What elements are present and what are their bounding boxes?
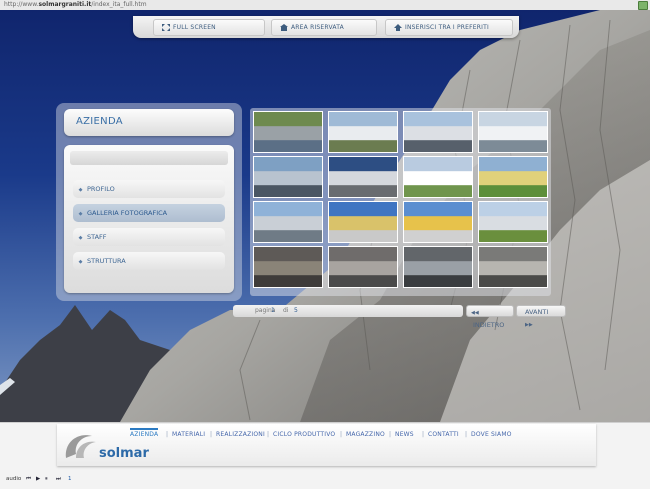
area-riservata-button[interactable]: AREA RISERVATA [271,19,377,36]
bullet-icon: ◆ [78,259,83,265]
prev-button[interactable]: ◀◀ INDIETRO [466,305,514,329]
nav-item-materiali[interactable]: MATERIALI [172,431,205,438]
gallery-thumbnail[interactable] [328,246,398,288]
gallery-thumbnail[interactable] [253,201,323,243]
gallery-thumbnail[interactable] [328,156,398,198]
nav-separator: | [422,431,425,438]
submenu-header [70,151,228,165]
gallery-thumbnail[interactable] [478,246,548,288]
go-icon[interactable] [638,1,648,10]
total-pages: 5 [294,307,298,314]
gallery-thumbnail[interactable] [403,156,473,198]
section-title-box: AZIENDA [64,109,234,136]
rewind-icon: ◀◀ [471,310,479,316]
next-button[interactable]: AVANTI ▶▶ [516,305,566,328]
gallery-thumbnail[interactable] [403,246,473,288]
section-title: AZIENDA [76,116,123,127]
gallery-thumbnail[interactable] [328,111,398,153]
gallery-thumbnail[interactable] [403,201,473,243]
page-indicator: pagina 1 di 5 [233,305,463,317]
nav-separator: | [210,431,213,438]
nav-separator: | [267,431,270,438]
play-icon[interactable]: ▶ [36,476,40,482]
forward-icon: ▶▶ [525,322,533,328]
bullet-icon: ◆ [78,211,83,217]
gallery-thumbnail[interactable] [328,201,398,243]
prev-label: INDIETRO [473,321,505,329]
home-icon [394,24,402,31]
gallery-thumbnail[interactable] [403,111,473,153]
pause-icon[interactable]: ⏸ [45,476,48,483]
submenu-item-profilo[interactable]: ◆ PROFILO [73,180,225,198]
photo-gallery [250,108,551,296]
skip-forward-icon[interactable]: ⏭ [56,476,61,483]
brand-name: solmar [99,446,149,461]
audio-label: audio [6,476,22,482]
submenu-item-label: GALLERIA FOTOGRAFICA [87,209,168,217]
add-favorites-button[interactable]: INSERISCI TRA I PREFERITI [385,19,513,36]
nav-separator: | [340,431,343,438]
url-text: http://www.solmargraniti.it/index_ita_fu… [4,1,147,8]
nav-item-contatti[interactable]: CONTATTI [428,431,459,438]
current-page: 1 [271,307,275,314]
gallery-thumbnail[interactable] [253,111,323,153]
pager: pagina 1 di 5 ◀◀ INDIETRO AVANTI ▶▶ [233,305,567,329]
submenu-item-struttura[interactable]: ◆ STRUTTURA [73,252,225,270]
submenu-item-label: STRUTTURA [87,257,126,265]
submenu-item-label: PROFILO [87,185,115,193]
bullet-icon: ◆ [78,235,83,241]
nav-item-realizzazioni[interactable]: REALIZZAZIONI [216,431,265,438]
of-label: di [283,307,289,314]
nav-item-magazzino[interactable]: MAGAZZINO [346,431,385,438]
gallery-thumbnail[interactable] [478,201,548,243]
nav-item-news[interactable]: NEWS [395,431,414,438]
track-number: 1 [68,476,72,482]
nav-item-azienda[interactable]: AZIENDA [130,428,159,438]
nav-item-dove-siamo[interactable]: DOVE SIAMO [471,431,512,438]
gallery-thumbnail[interactable] [253,246,323,288]
gallery-thumbnail[interactable] [478,156,548,198]
nav-item-ciclo-produttivo[interactable]: CICLO PRODUTTIVO [273,431,335,438]
next-label: AVANTI [525,308,549,316]
nav-separator: | [465,431,468,438]
submenu-item-label: STAFF [87,233,107,241]
nav-separator: | [166,431,169,438]
fullscreen-icon [162,24,170,31]
full-screen-button[interactable]: FULL SCREEN [153,19,265,36]
skip-back-icon[interactable]: ⏮ [26,476,31,483]
submenu-item-galleria[interactable]: ◆ GALLERIA FOTOGRAFICA [73,204,225,222]
gallery-thumbnail[interactable] [253,156,323,198]
submenu-item-staff[interactable]: ◆ STAFF [73,228,225,246]
house-icon [280,24,288,31]
gallery-thumbnail[interactable] [478,111,548,153]
nav-separator: | [389,431,392,438]
top-toolbar: FULL SCREEN AREA RISERVATA INSERISCI TRA… [133,16,519,38]
bullet-icon: ◆ [78,187,83,193]
